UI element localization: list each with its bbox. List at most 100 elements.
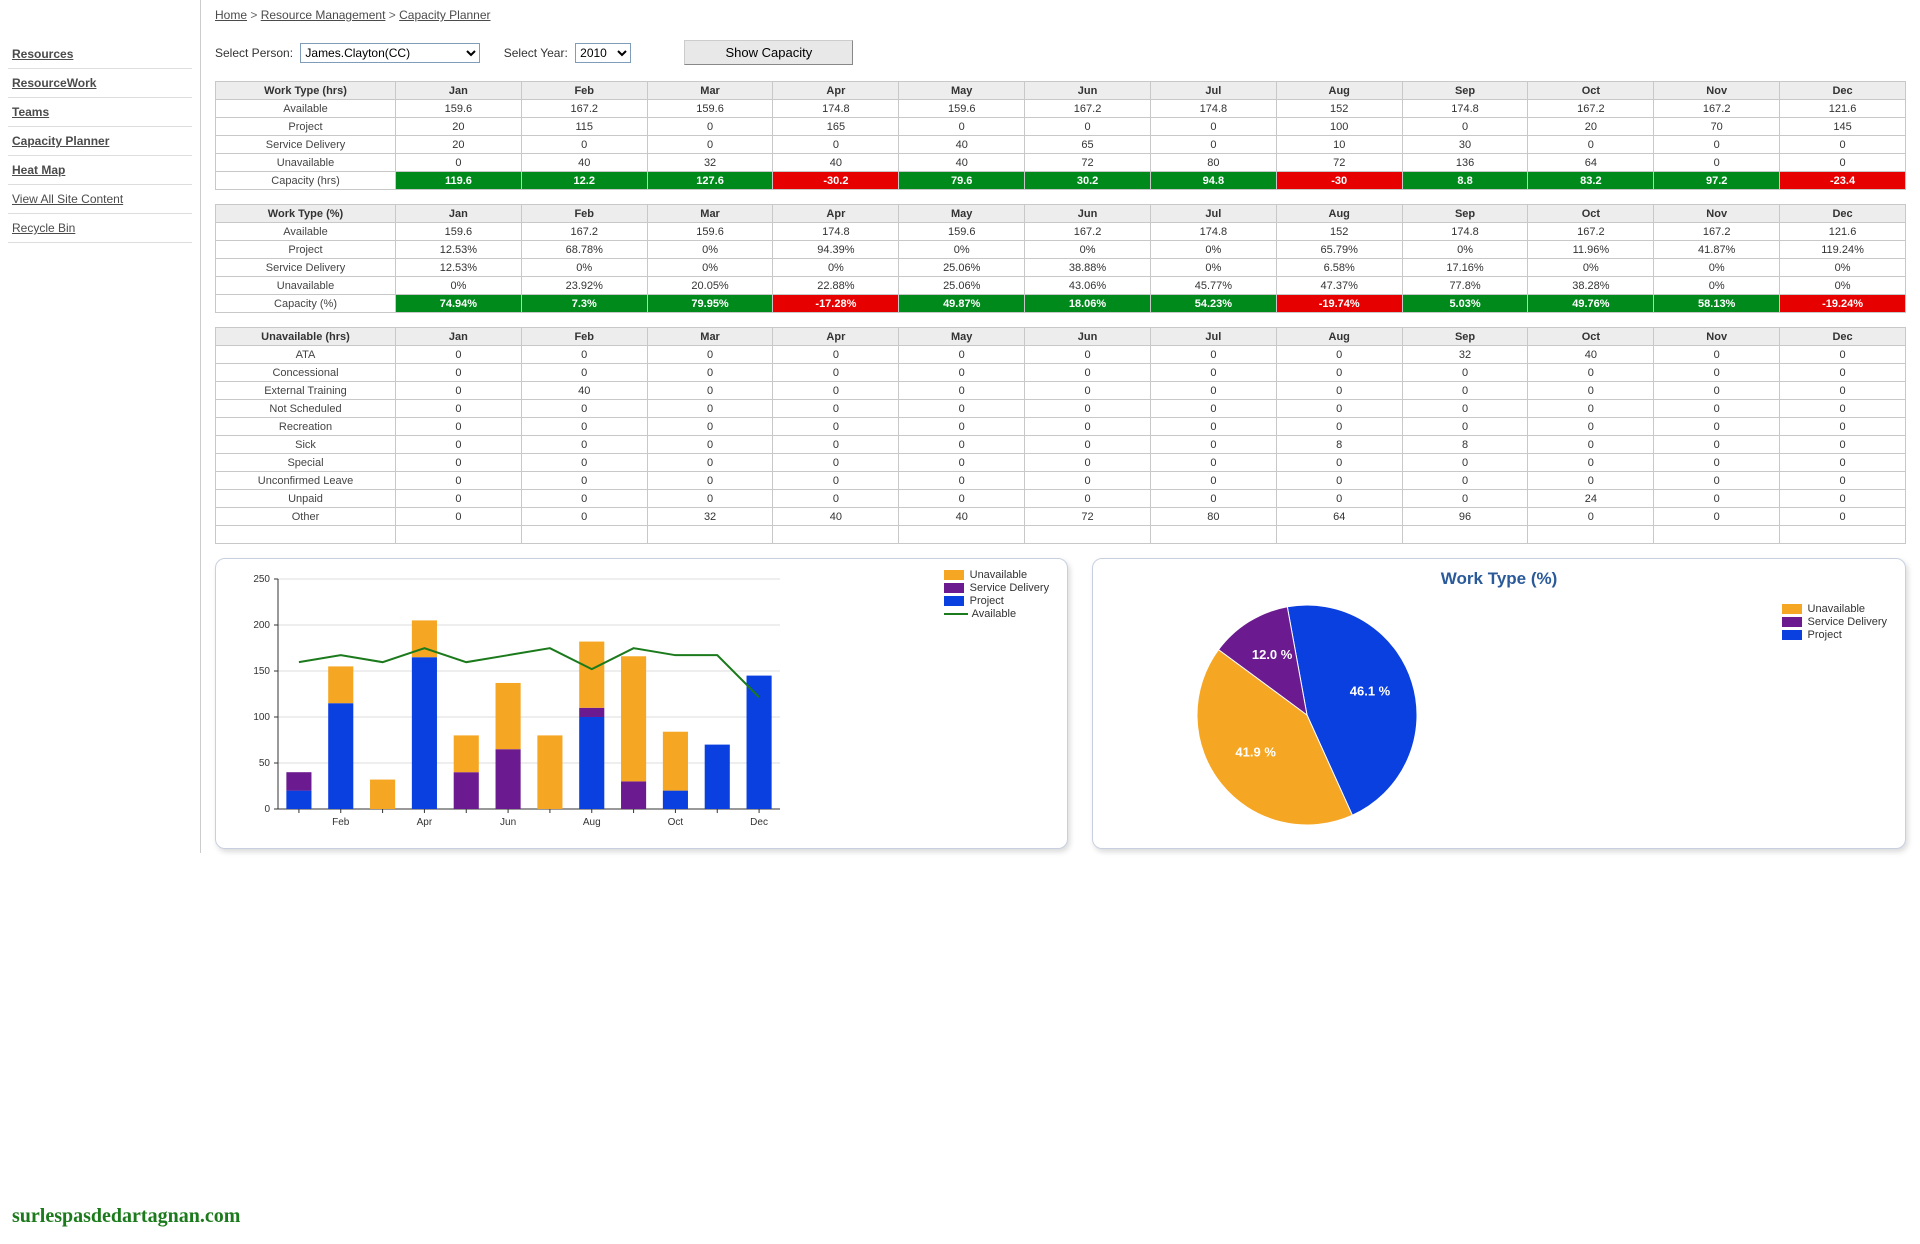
show-capacity-button[interactable]: Show Capacity [684, 40, 853, 65]
svg-text:Dec: Dec [750, 817, 768, 828]
cell: 0 [396, 382, 522, 400]
cell: 96 [1402, 508, 1528, 526]
month-header: Mar [647, 82, 773, 100]
bar-segment [579, 717, 604, 809]
breadcrumb-capacity-planner[interactable]: Capacity Planner [399, 8, 490, 22]
cell: 159.6 [647, 100, 773, 118]
cell: 0 [899, 472, 1025, 490]
table-row: Special000000000000 [216, 454, 1906, 472]
row-label: Capacity (%) [216, 295, 396, 313]
cell: 0 [647, 490, 773, 508]
cell: 0 [899, 382, 1025, 400]
cell: 64 [1276, 508, 1402, 526]
cell: 10 [1276, 136, 1402, 154]
cell: 80 [1150, 154, 1276, 172]
cell: 121.6 [1780, 223, 1906, 241]
cell: 0 [1276, 472, 1402, 490]
bar-segment [663, 732, 688, 791]
cell: 0 [1025, 436, 1151, 454]
cell: 167.2 [1528, 223, 1654, 241]
main-content: Home > Resource Management > Capacity Pl… [200, 0, 1920, 853]
data-table: Work Type (%)JanFebMarAprMayJunJulAugSep… [215, 204, 1906, 313]
sidebar-item-teams[interactable]: Teams [8, 98, 192, 127]
cell: -19.24% [1780, 295, 1906, 313]
cell: 0 [1528, 508, 1654, 526]
cell: 0 [1780, 508, 1906, 526]
cell: 0 [1025, 346, 1151, 364]
month-header: Nov [1654, 82, 1780, 100]
row-label: External Training [216, 382, 396, 400]
breadcrumb-home[interactable]: Home [215, 8, 247, 22]
cell: 0 [773, 364, 899, 382]
sidebar-item-capacity-planner[interactable]: Capacity Planner [8, 127, 192, 156]
svg-text:Oct: Oct [668, 817, 684, 828]
cell: 0 [1150, 490, 1276, 508]
cell: 0 [773, 418, 899, 436]
sidebar-item-resourcework[interactable]: ResourceWork [8, 69, 192, 98]
cell: 72 [1025, 154, 1151, 172]
svg-text:100: 100 [253, 712, 270, 723]
legend-label: Unavailable [970, 569, 1027, 581]
cell: 0 [1150, 382, 1276, 400]
cell: 119.6 [396, 172, 522, 190]
legend-item: Unavailable [944, 569, 1049, 581]
cell: 0 [773, 454, 899, 472]
bar-segment [579, 642, 604, 708]
cell: 43.06% [1025, 277, 1151, 295]
month-header: Aug [1276, 82, 1402, 100]
sidebar-item-heat-map[interactable]: Heat Map [8, 156, 192, 185]
cell: 20 [396, 118, 522, 136]
table-row: Unpaid0000000002400 [216, 490, 1906, 508]
cell: 0% [1780, 259, 1906, 277]
cell: 7.3% [521, 295, 647, 313]
svg-text:Feb: Feb [332, 817, 350, 828]
cell: 0 [521, 418, 647, 436]
bar-segment [579, 708, 604, 717]
month-header: Apr [773, 328, 899, 346]
cell: 0 [1654, 508, 1780, 526]
cell: 0 [1150, 472, 1276, 490]
cell: 54.23% [1150, 295, 1276, 313]
cell: 0 [899, 436, 1025, 454]
row-label: Other [216, 508, 396, 526]
cell: 0 [773, 400, 899, 418]
cell: 0 [1276, 346, 1402, 364]
cell: 0 [1654, 490, 1780, 508]
cell: 0 [1150, 364, 1276, 382]
bar-segment [286, 791, 311, 809]
cell: 0 [1528, 400, 1654, 418]
cell: 0 [396, 364, 522, 382]
month-header: Feb [521, 82, 647, 100]
pie-label: 46.1 % [1350, 683, 1391, 698]
row-label: Special [216, 454, 396, 472]
month-header: Feb [521, 328, 647, 346]
row-label: Unconfirmed Leave [216, 472, 396, 490]
sidebar-item-recycle-bin[interactable]: Recycle Bin [8, 214, 192, 243]
sidebar-item-view-all-site-content[interactable]: View All Site Content [8, 185, 192, 214]
cell: 0% [1654, 277, 1780, 295]
breadcrumb-resource-management[interactable]: Resource Management [261, 8, 386, 22]
cell: 0 [1150, 436, 1276, 454]
cell: 174.8 [1402, 100, 1528, 118]
cell: 0 [1276, 382, 1402, 400]
cell: 136 [1402, 154, 1528, 172]
cell: 0 [1528, 382, 1654, 400]
select-year-label: Select Year: [504, 46, 568, 60]
cell: 49.87% [899, 295, 1025, 313]
select-person-dropdown[interactable]: James.Clayton(CC) [300, 43, 480, 63]
sidebar-item-resources[interactable]: Resources [8, 40, 192, 69]
cell: 58.13% [1654, 295, 1780, 313]
table-header: Work Type (%) [216, 205, 396, 223]
bar-segment [454, 735, 479, 772]
cell: 0 [1780, 400, 1906, 418]
legend-item: Service Delivery [1782, 616, 1887, 628]
cell: 0% [1528, 259, 1654, 277]
month-header: Dec [1780, 328, 1906, 346]
cell: 0 [1025, 454, 1151, 472]
cell: 0% [1654, 259, 1780, 277]
bar-segment [621, 656, 646, 781]
table-row: Available159.6167.2159.6174.8159.6167.21… [216, 100, 1906, 118]
table-row: Sick000000088000 [216, 436, 1906, 454]
select-year-dropdown[interactable]: 2010 [575, 43, 631, 63]
month-header: Jan [396, 205, 522, 223]
